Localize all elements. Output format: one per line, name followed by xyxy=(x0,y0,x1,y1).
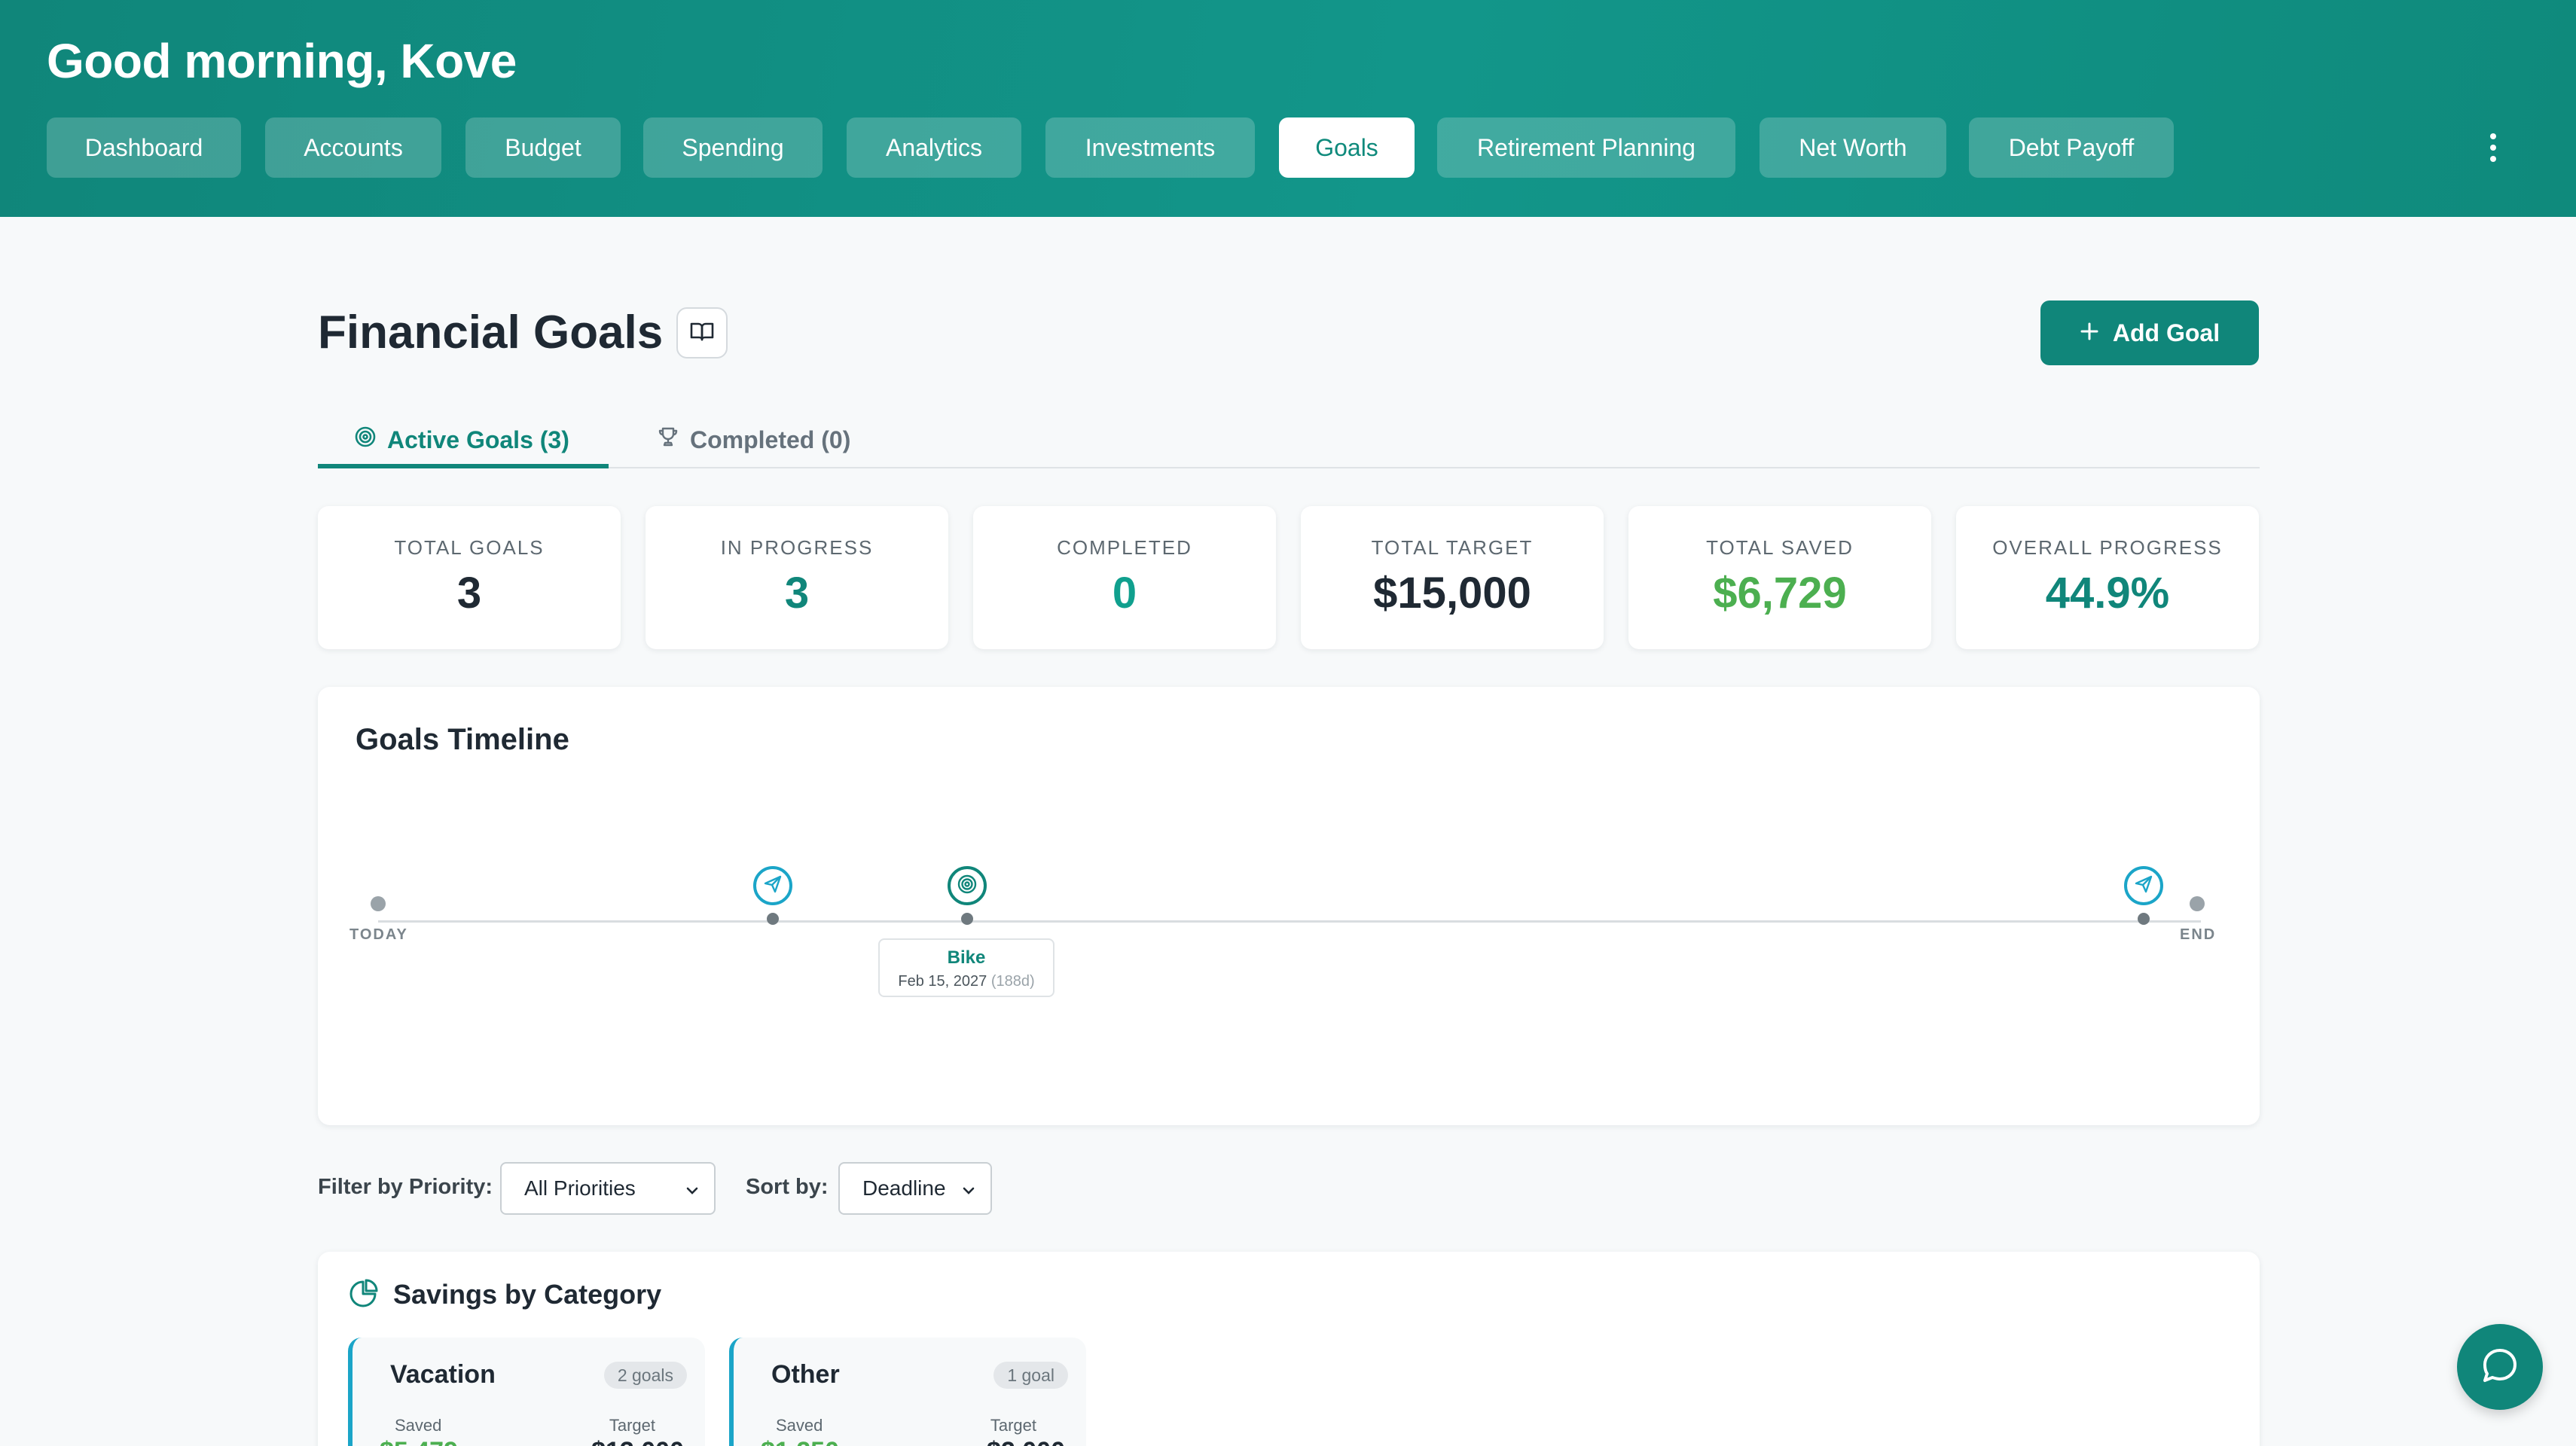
nav-tab-dashboard[interactable]: Dashboard xyxy=(47,117,241,178)
stat-card-total-target: Total Target $15,000 xyxy=(1301,506,1604,649)
tab-active-goals-label: Active Goals (3) xyxy=(387,426,569,453)
savings-title: Savings by Category xyxy=(393,1279,662,1310)
stat-card-total-goals: Total Goals 3 xyxy=(318,506,621,649)
priority-filter-select[interactable]: All Priorities xyxy=(500,1162,716,1215)
category-saved-label: Saved xyxy=(776,1416,823,1435)
timeline-goal-dot xyxy=(2138,913,2150,925)
tab-completed-label: Completed (0) xyxy=(690,426,851,453)
priority-filter-value: All Priorities xyxy=(524,1176,636,1200)
sort-select[interactable]: Deadline xyxy=(838,1162,992,1215)
add-goal-label: Add Goal xyxy=(2112,319,2220,346)
category-goal-count-badge: 2 goals xyxy=(603,1362,687,1389)
category-target-value: $13,000 xyxy=(591,1437,684,1446)
timeline-title: Goals Timeline xyxy=(356,723,569,756)
target-icon xyxy=(354,426,377,454)
priority-filter-label: Filter by Priority: xyxy=(318,1175,493,1199)
stat-label: Completed xyxy=(1057,536,1192,559)
stat-label: Total Saved xyxy=(1706,536,1854,559)
category-saved-label: Saved xyxy=(395,1416,442,1435)
greeting: Good morning, Kove xyxy=(47,34,517,88)
chat-bubble-icon xyxy=(2479,1344,2521,1390)
sort-label: Sort by: xyxy=(746,1175,829,1199)
savings-by-category-card: Savings by Category Vacation 2 goals Sav… xyxy=(318,1252,2260,1446)
kebab-vertical-icon[interactable] xyxy=(2478,128,2508,167)
nav-tab-analytics[interactable]: Analytics xyxy=(847,117,1021,178)
book-icon xyxy=(690,321,714,346)
stat-card-overall-progress: Overall Progress 44.9% xyxy=(1956,506,2259,649)
stat-label: Overall Progress xyxy=(1992,536,2223,559)
category-saved-value: $1,250 xyxy=(761,1437,839,1446)
pie-chart-icon xyxy=(348,1279,378,1313)
category-saved-value: $5,479 xyxy=(380,1437,458,1446)
timeline-goal-marker-bike[interactable] xyxy=(948,866,987,905)
stat-value: 44.9% xyxy=(2045,569,2170,618)
stat-label: In Progress xyxy=(720,536,874,559)
tab-active-goals[interactable]: Active Goals (3) xyxy=(354,413,569,467)
timeline-end-label: END xyxy=(2180,926,2217,943)
stat-value: 3 xyxy=(784,569,810,618)
timeline-start-label: TODAY xyxy=(349,926,408,943)
stat-card-completed: Completed 0 xyxy=(973,506,1276,649)
nav-tab-net-worth[interactable]: Net Worth xyxy=(1760,117,1946,178)
stat-value: $15,000 xyxy=(1373,569,1531,618)
chevron-down-icon xyxy=(684,1180,700,1204)
stat-value: 3 xyxy=(456,569,482,618)
sort-value: Deadline xyxy=(862,1176,946,1200)
category-target-value: $2,000 xyxy=(987,1437,1065,1446)
timeline-goal-dot xyxy=(961,913,973,925)
timeline-goal-marker[interactable] xyxy=(2124,866,2163,905)
tooltip-days-left: (188d) xyxy=(990,973,1035,990)
guide-button[interactable] xyxy=(676,307,728,358)
stat-value: $6,729 xyxy=(1713,569,1847,618)
stat-card-total-saved: Total Saved $6,729 xyxy=(1628,506,1931,649)
nav-tab-investments[interactable]: Investments xyxy=(1045,117,1255,178)
tabs-divider xyxy=(318,467,2260,468)
category-name: Other xyxy=(771,1360,840,1389)
tab-completed[interactable]: Completed (0) xyxy=(657,413,850,467)
chevron-down-icon xyxy=(960,1180,977,1204)
category-goal-count-badge: 1 goal xyxy=(993,1362,1068,1389)
category-card-other[interactable]: Other 1 goal Saved $1,250 Target $2,000 xyxy=(729,1338,1086,1446)
tooltip-goal-name: Bike xyxy=(947,947,986,968)
nav-tab-accounts[interactable]: Accounts xyxy=(265,117,441,178)
app-header: Good morning, Kove Dashboard Accounts Bu… xyxy=(0,0,2576,217)
category-target-label: Target xyxy=(609,1416,655,1435)
stat-card-in-progress: In Progress 3 xyxy=(646,506,948,649)
nav-tab-retirement-planning[interactable]: Retirement Planning xyxy=(1437,117,1735,178)
goals-timeline-card: Goals Timeline TODAY END Bike Feb 15, 20… xyxy=(318,687,2260,1125)
tooltip-goal-date: Feb 15, 2027 (188d) xyxy=(898,973,1035,990)
nav-tab-spending[interactable]: Spending xyxy=(643,117,823,178)
stat-label: Total Target xyxy=(1371,536,1534,559)
add-goal-button[interactable]: Add Goal xyxy=(2040,300,2259,365)
page-title: Financial Goals xyxy=(318,307,664,358)
timeline-goal-marker[interactable] xyxy=(753,866,792,905)
stat-label: Total Goals xyxy=(394,536,545,559)
nav-tab-budget[interactable]: Budget xyxy=(465,117,621,178)
category-card-vacation[interactable]: Vacation 2 goals Saved $5,479 Target $13… xyxy=(348,1338,705,1446)
chat-button[interactable] xyxy=(2457,1324,2543,1410)
trophy-icon xyxy=(657,426,679,454)
timeline-tooltip: Bike Feb 15, 2027 (188d) xyxy=(878,938,1055,997)
plane-icon xyxy=(763,874,783,898)
category-target-label: Target xyxy=(990,1416,1036,1435)
nav-tab-goals[interactable]: Goals xyxy=(1279,117,1415,178)
timeline-track xyxy=(378,920,2201,923)
timeline-goal-dot xyxy=(767,913,779,925)
plane-icon xyxy=(2134,874,2153,898)
category-name: Vacation xyxy=(390,1360,496,1389)
timeline-start-dot xyxy=(371,896,386,911)
stat-value: 0 xyxy=(1112,569,1137,618)
target-icon xyxy=(957,874,978,898)
nav-tab-debt-payoff[interactable]: Debt Payoff xyxy=(1969,117,2174,178)
active-tab-indicator xyxy=(318,464,609,468)
plus-icon xyxy=(2080,319,2099,347)
timeline-end-dot xyxy=(2190,896,2205,911)
